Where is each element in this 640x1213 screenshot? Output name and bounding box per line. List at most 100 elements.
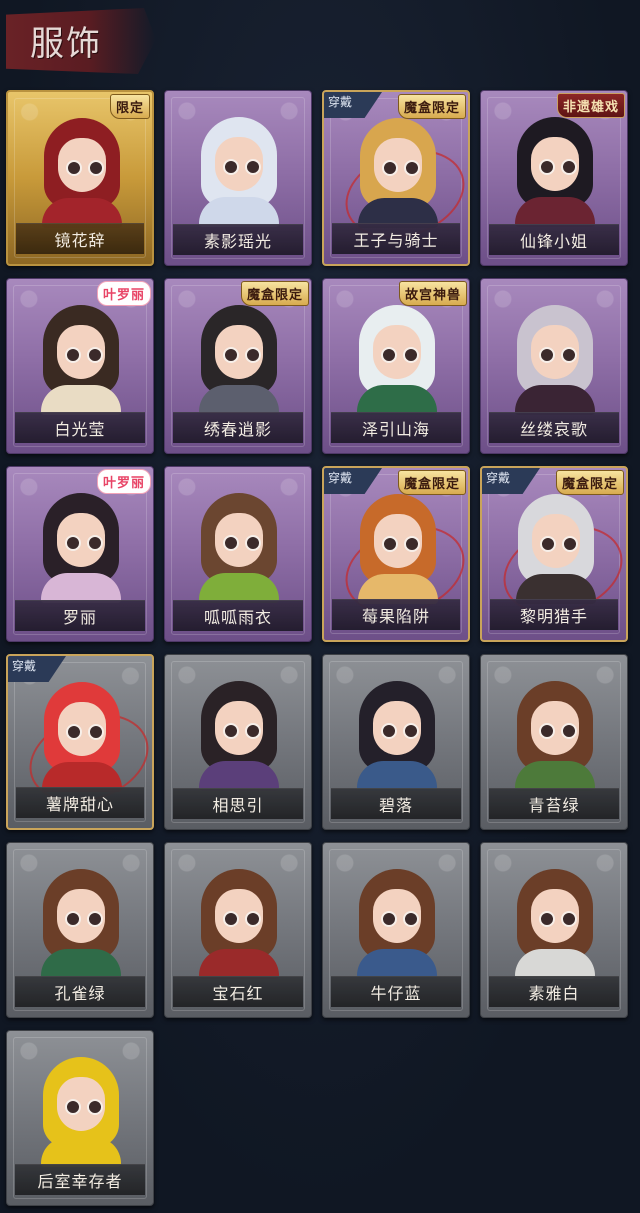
eye-icon (561, 347, 577, 363)
character-portrait (348, 488, 448, 604)
eye-icon (382, 160, 398, 176)
character-portrait (31, 487, 131, 603)
name-plate: 丝缕哀歌 (489, 412, 619, 443)
character-portrait (347, 299, 447, 415)
eye-icon (223, 911, 239, 927)
name-plate: 碧落 (331, 788, 461, 819)
limited-badge: 限定 (109, 94, 150, 119)
character-portrait (347, 863, 447, 979)
costume-card[interactable]: 素影瑶光 (164, 90, 312, 266)
eye-icon (561, 911, 577, 927)
costume-card[interactable]: 宝石红 (164, 842, 312, 1018)
costume-card[interactable]: 孔雀绿 (6, 842, 154, 1018)
costume-card[interactable]: 碧落 (322, 654, 470, 830)
eye-icon (223, 347, 239, 363)
eye-icon (65, 911, 81, 927)
costume-card[interactable]: 素雅白 (480, 842, 628, 1018)
name-plate: 莓果陷阱 (332, 599, 460, 630)
costume-card[interactable]: 魔盒限定绣春逍影 (164, 278, 312, 454)
costume-card[interactable]: 魔盒限定 穿戴 王子与骑士 (322, 90, 470, 266)
name-plate: 镜花辞 (16, 223, 144, 254)
eye-icon (87, 347, 103, 363)
costume-name: 莓果陷阱 (361, 607, 430, 626)
costume-card[interactable]: 相思引 (164, 654, 312, 830)
costume-card[interactable]: 牛仔蓝 (322, 842, 470, 1018)
outfit-shape (357, 761, 437, 791)
character-portrait (505, 299, 605, 415)
costume-card[interactable]: 非遗雄戏仙锋小姐 (480, 90, 628, 266)
costume-card[interactable]: 叶罗丽罗丽 (6, 466, 154, 642)
costume-name: 仙锋小姐 (519, 232, 588, 251)
eye-icon (223, 723, 239, 739)
outfit-shape (357, 385, 437, 415)
name-plate: 白光莹 (15, 412, 145, 443)
character-portrait (189, 675, 289, 791)
costume-name: 素影瑶光 (203, 232, 272, 251)
limited-badge: 非遗雄戏 (556, 93, 625, 118)
name-plate: 后室幸存者 (15, 1164, 145, 1195)
costume-card[interactable]: 青苔绿 (480, 654, 628, 830)
costume-screen: 服饰 限定 镜花辞 素影瑶光 魔盒限定 穿戴 王子与骑士 非遗雄戏 仙锋小姐 叶罗丽 白光莹 魔盒限… (0, 0, 640, 1213)
eye-icon (88, 724, 104, 740)
character-portrait (32, 112, 132, 228)
costume-card[interactable]: 后室幸存者 (6, 1030, 154, 1206)
eye-icon (223, 535, 239, 551)
character-portrait (31, 1051, 131, 1167)
section-title: 服饰 (30, 24, 102, 64)
eye-icon (381, 347, 397, 363)
outfit-shape (41, 949, 121, 979)
eye-icon (223, 159, 239, 175)
outfit-shape (199, 949, 279, 979)
name-plate: 牛仔蓝 (331, 976, 461, 1007)
costume-name: 王子与骑士 (353, 231, 439, 250)
character-portrait (189, 299, 289, 415)
costume-name: 绣春逍影 (203, 420, 272, 439)
name-plate: 泽引山海 (331, 412, 461, 443)
costume-card[interactable]: 故宫神兽 泽引山海 (322, 278, 470, 454)
name-plate: 相思引 (173, 788, 303, 819)
costume-name: 孔雀绿 (54, 984, 106, 1003)
limited-badge: 魔盒限定 (397, 94, 466, 119)
costume-name: 白光莹 (54, 420, 106, 439)
eye-icon (245, 535, 261, 551)
eye-icon (66, 160, 82, 176)
eye-icon (403, 911, 419, 927)
eye-icon (65, 347, 81, 363)
eye-icon (245, 347, 261, 363)
limited-badge: 魔盒限定 (240, 281, 309, 306)
name-plate: 薯牌甜心 (16, 787, 144, 818)
costume-card[interactable]: 叶罗丽 白光莹 (6, 278, 154, 454)
eye-icon (381, 723, 397, 739)
name-plate: 罗丽 (15, 600, 145, 631)
costume-card[interactable]: 限定镜花辞 (6, 90, 154, 266)
eye-icon (382, 536, 398, 552)
character-portrait (189, 863, 289, 979)
costume-card[interactable]: 穿戴 薯牌甜心 (6, 654, 154, 830)
outfit-shape (199, 197, 279, 227)
limited-badge: 叶罗丽 (96, 469, 151, 494)
costume-name: 呱呱雨衣 (203, 608, 272, 627)
eye-icon (87, 911, 103, 927)
costume-card[interactable]: 呱呱雨衣 (164, 466, 312, 642)
name-plate: 孔雀绿 (15, 976, 145, 1007)
outfit-shape (515, 949, 595, 979)
eye-icon (66, 724, 82, 740)
eye-icon (539, 347, 555, 363)
costume-card[interactable]: 丝缕哀歌 (480, 278, 628, 454)
character-portrait (347, 675, 447, 791)
character-portrait (505, 863, 605, 979)
character-portrait (189, 111, 289, 227)
costume-card[interactable]: 魔盒限定 穿戴 莓果陷阱 (322, 466, 470, 642)
outfit-shape (515, 761, 595, 791)
outfit-shape (199, 385, 279, 415)
eye-icon (245, 159, 261, 175)
eye-icon (562, 536, 578, 552)
outfit-shape (41, 1137, 121, 1167)
eye-icon (539, 723, 555, 739)
costume-card[interactable]: 魔盒限定 穿戴 黎明猎手 (480, 466, 628, 642)
eye-icon (245, 723, 261, 739)
costume-name: 罗丽 (62, 608, 97, 627)
name-plate: 青苔绿 (489, 788, 619, 819)
costume-name: 相思引 (212, 796, 264, 815)
outfit-shape (357, 949, 437, 979)
